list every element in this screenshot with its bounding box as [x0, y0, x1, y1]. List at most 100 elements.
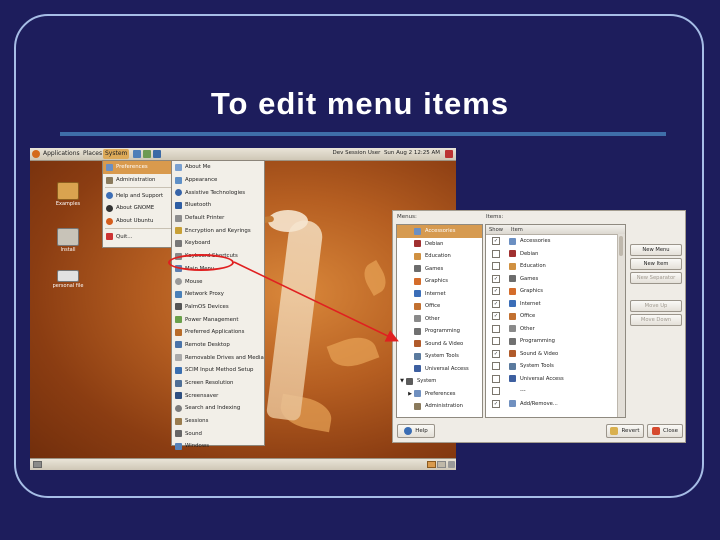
pref-item[interactable]: PalmOS Devices [172, 301, 264, 314]
show-checkbox[interactable] [492, 387, 500, 396]
show-checkbox[interactable]: ✓ [492, 349, 500, 358]
expander-right-icon[interactable]: ▶ [407, 391, 413, 397]
pref-item[interactable]: Sound [172, 427, 264, 440]
item-row[interactable]: ✓ Accessories [486, 235, 625, 248]
trash-icon[interactable] [448, 461, 455, 468]
menu-item-preferences[interactable]: Preferences▶ [103, 161, 179, 174]
pref-item[interactable]: Search and Indexing [172, 402, 264, 415]
menu-tree-row[interactable]: Debian [397, 238, 482, 251]
pref-item[interactable]: Appearance [172, 174, 264, 187]
item-column-header[interactable]: Item [511, 227, 523, 233]
show-checkbox[interactable] [492, 324, 500, 333]
items-scrollbar[interactable] [617, 234, 625, 417]
pref-item[interactable]: Mouse [172, 275, 264, 288]
help-launcher-icon[interactable] [153, 150, 161, 158]
power-icon[interactable] [445, 150, 453, 158]
menu-tree-row[interactable]: System Tools [397, 350, 482, 363]
item-row[interactable]: Programming [486, 335, 625, 348]
show-checkbox[interactable]: ✓ [492, 237, 500, 246]
item-row[interactable]: Education [486, 260, 625, 273]
show-checkbox[interactable]: ✓ [492, 287, 500, 296]
menu-tree-row[interactable]: Other [397, 313, 482, 326]
pref-item[interactable]: Screensaver [172, 389, 264, 402]
workspace-2-icon[interactable] [437, 461, 446, 468]
item-row[interactable]: ✓ Office [486, 310, 625, 323]
item-row[interactable]: ✓ Sound & Video [486, 348, 625, 361]
new-item-button[interactable]: New Item [630, 258, 682, 270]
item-row[interactable]: ✓ Games [486, 273, 625, 286]
pref-item[interactable]: Windows [172, 440, 264, 453]
show-checkbox[interactable] [492, 374, 500, 383]
menu-item-quit[interactable]: Quit... [103, 230, 179, 243]
item-row[interactable]: ✓ Internet [486, 298, 625, 311]
pref-item[interactable]: Preferred Applications [172, 326, 264, 339]
menu-tree-row[interactable]: Education [397, 250, 482, 263]
desktop-icon-personal[interactable]: personal file [52, 266, 84, 289]
pref-item[interactable]: Sessions [172, 415, 264, 428]
pref-item[interactable]: Removable Drives and Media [172, 351, 264, 364]
pref-item[interactable]: Remote Desktop [172, 339, 264, 352]
pref-item[interactable]: Assistive Technologies [172, 186, 264, 199]
desktop-icon-examples[interactable]: Examples [52, 182, 84, 207]
system-menu[interactable]: System [103, 149, 130, 159]
pref-item[interactable]: About Me [172, 161, 264, 174]
item-row[interactable]: Universal Access [486, 373, 625, 386]
show-checkbox[interactable] [492, 249, 500, 258]
menu-tree-row[interactable]: Accessories [397, 225, 482, 238]
pref-item[interactable]: SCIM Input Method Setup [172, 364, 264, 377]
show-checkbox[interactable]: ✓ [492, 274, 500, 283]
pref-item[interactable]: Network Proxy [172, 288, 264, 301]
menu-tree-row[interactable]: Games [397, 263, 482, 276]
menu-tree-row[interactable]: Programming [397, 325, 482, 338]
show-checkbox[interactable]: ✓ [492, 312, 500, 321]
item-row[interactable]: System Tools [486, 360, 625, 373]
pref-item[interactable]: Encryption and Keyrings [172, 224, 264, 237]
pref-item[interactable]: Bluetooth [172, 199, 264, 212]
show-checkbox[interactable] [492, 262, 500, 271]
items-list[interactable]: Show Item ✓ Accessories Debian Education ✓ Ga… [485, 224, 626, 418]
menu-tree-row[interactable]: Sound & Video [397, 338, 482, 351]
menu-tree-row[interactable]: Universal Access [397, 363, 482, 376]
close-button[interactable]: Close [647, 424, 683, 438]
menu-item-help[interactable]: Help and Support [103, 189, 179, 202]
revert-button[interactable]: Revert [606, 424, 644, 438]
menu-tree-row[interactable]: Administration [397, 400, 482, 413]
panel-clock[interactable]: Dev Session User Sun Aug 2 12:25 AM [333, 150, 440, 156]
help-button[interactable]: Help [397, 424, 435, 438]
show-checkbox[interactable]: ✓ [492, 299, 500, 308]
menu-tree-row[interactable]: Internet [397, 288, 482, 301]
show-checkbox[interactable] [492, 337, 500, 346]
move-down-button[interactable]: Move Down [630, 314, 682, 326]
new-separator-button[interactable]: New Separator [630, 272, 682, 284]
show-column-header[interactable]: Show [489, 227, 511, 233]
new-menu-button[interactable]: New Menu [630, 244, 682, 256]
menu-tree-row[interactable]: ▼ System [397, 375, 482, 388]
ubuntu-logo-icon[interactable] [32, 150, 40, 158]
pref-item[interactable]: Screen Resolution [172, 377, 264, 390]
item-row[interactable]: ✓ Add/Remove... [486, 398, 625, 411]
menu-tree-row[interactable]: Graphics [397, 275, 482, 288]
applications-menu[interactable]: Applications [43, 150, 80, 157]
pref-item[interactable]: Keyboard [172, 237, 264, 250]
pref-item[interactable]: Default Printer [172, 212, 264, 225]
show-checkbox[interactable]: ✓ [492, 399, 500, 408]
places-menu[interactable]: Places [83, 150, 102, 157]
menu-item-about-ubuntu[interactable]: About Ubuntu [103, 215, 179, 228]
menu-tree-row[interactable]: Office [397, 300, 482, 313]
item-row[interactable]: Other [486, 323, 625, 336]
menus-tree[interactable]: Accessories Debian Education Games Graphics I… [396, 224, 483, 418]
mail-launcher-icon[interactable] [143, 150, 151, 158]
workspace-1-icon[interactable] [427, 461, 436, 468]
item-row[interactable]: ✓ Graphics [486, 285, 625, 298]
item-row[interactable]: Debian [486, 248, 625, 261]
show-checkbox[interactable] [492, 362, 500, 371]
browser-launcher-icon[interactable] [133, 150, 141, 158]
menu-tree-row[interactable]: ▶ Preferences [397, 388, 482, 401]
item-row[interactable]: --- [486, 385, 625, 398]
expander-down-icon[interactable]: ▼ [399, 378, 405, 384]
desktop-icon-install[interactable]: Install [52, 228, 84, 253]
menu-item-administration[interactable]: Administration▶ [103, 174, 179, 187]
menu-item-about-gnome[interactable]: About GNOME [103, 202, 179, 215]
scrollbar-thumb[interactable] [619, 236, 623, 256]
show-desktop-icon[interactable] [33, 461, 42, 468]
